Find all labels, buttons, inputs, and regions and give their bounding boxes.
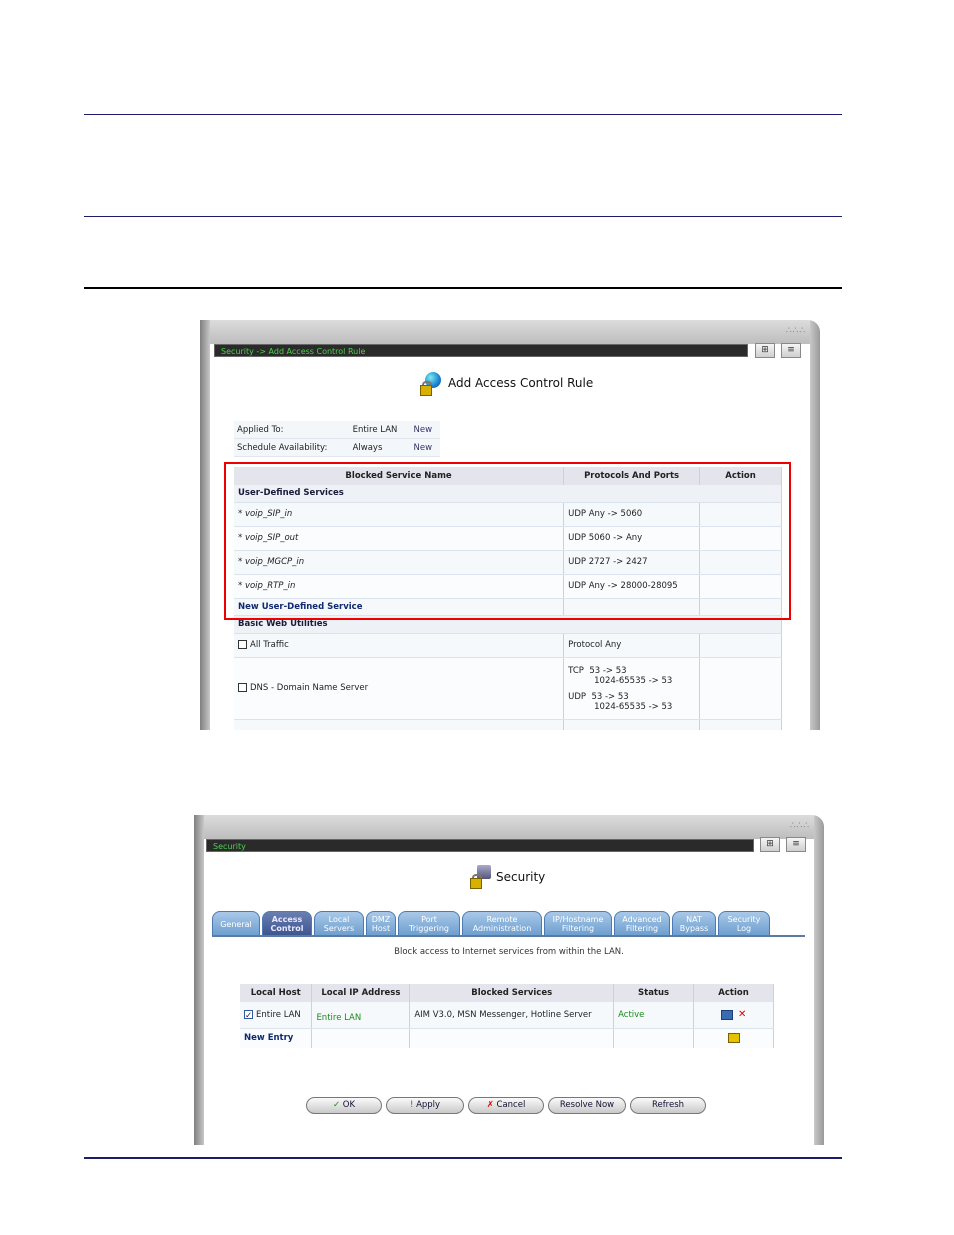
- check-icon: ✓: [332, 1100, 341, 1110]
- menu-icon[interactable]: ≡: [786, 837, 806, 852]
- col-action: Action: [693, 984, 774, 1002]
- all-traffic-protocol: Protocol Any: [563, 633, 701, 658]
- rule-settings-table: Applied To: Entire LAN New Schedule Avai…: [234, 421, 440, 457]
- tab-advanced-filtering[interactable]: Advanced Filtering: [614, 911, 670, 935]
- all-traffic-label: All Traffic: [250, 640, 289, 650]
- window-titlebar: [200, 320, 820, 344]
- col-local-ip: Local IP Address: [311, 984, 411, 1002]
- cancel-button[interactable]: ✗ Cancel: [468, 1097, 544, 1114]
- footer-rule: [84, 1157, 842, 1159]
- address-bar: Security: [206, 839, 754, 852]
- blocked-services-value: AIM V3.0, MSN Messenger, Hotline Server: [409, 1002, 615, 1029]
- col-status: Status: [613, 984, 695, 1002]
- tab-dmz-host[interactable]: DMZ Host: [366, 911, 396, 935]
- page-content: Security General Access Control Local Serv…: [204, 855, 814, 1145]
- col-local-host: Local Host: [240, 984, 313, 1002]
- schedule-label: Schedule Availability:: [234, 438, 350, 457]
- apply-icon: !: [409, 1100, 414, 1110]
- row-enabled-checkbox[interactable]: ✓: [244, 1009, 253, 1021]
- window-titlebar: [194, 815, 824, 839]
- tab-security-log[interactable]: Security Log: [718, 911, 770, 935]
- tab-local-servers[interactable]: Local Servers: [314, 911, 364, 935]
- page-title: Security: [496, 870, 546, 884]
- network-map-icon[interactable]: ⊞: [755, 343, 775, 358]
- schedule-new-link[interactable]: New: [410, 438, 440, 457]
- dns-label: DNS - Domain Name Server: [250, 683, 369, 693]
- table-row: ✓ Entire LAN Entire LAN AIM V3.0, MSN Mes…: [240, 1002, 774, 1029]
- cancel-icon: ✗: [486, 1100, 494, 1110]
- new-entry-link[interactable]: New Entry: [240, 1028, 313, 1048]
- tab-access-control[interactable]: Access Control: [262, 911, 312, 935]
- service-row: DNS - Domain Name Server TCP 53 -> 53 10…: [234, 657, 782, 720]
- network-map-icon[interactable]: ⊞: [760, 837, 780, 852]
- tab-port-triggering[interactable]: Port Triggering: [398, 911, 460, 935]
- local-ip-value[interactable]: Entire LAN: [311, 1002, 411, 1029]
- delete-icon[interactable]: ✕: [738, 1009, 746, 1020]
- header-rule-top: [84, 114, 842, 115]
- applied-to-value: Entire LAN: [349, 421, 411, 439]
- tab-remote-administration[interactable]: Remote Administration: [462, 911, 542, 935]
- dns-checkbox[interactable]: [238, 683, 247, 692]
- highlight-box: [224, 462, 791, 620]
- access-control-table: Local Host Local IP Address Blocked Serv…: [240, 984, 774, 1048]
- tab-ip-hostname-filtering[interactable]: IP/Hostname Filtering: [544, 911, 612, 935]
- tab-nat-bypass[interactable]: NAT Bypass: [672, 911, 716, 935]
- ok-button[interactable]: ✓ OK: [306, 1097, 382, 1114]
- edit-icon[interactable]: [720, 1009, 733, 1020]
- apply-button[interactable]: ! Apply: [386, 1097, 464, 1114]
- applied-to-new-link[interactable]: New: [410, 421, 440, 439]
- page-title: Add Access Control Rule: [448, 376, 594, 390]
- applied-to-row: Applied To: Entire LAN New: [234, 421, 440, 439]
- resolve-now-button[interactable]: Resolve Now: [548, 1097, 626, 1114]
- tab-general[interactable]: General: [212, 911, 260, 935]
- header-rule-middle: [84, 216, 842, 217]
- menu-icon[interactable]: ≡: [781, 343, 801, 358]
- refresh-button[interactable]: Refresh: [630, 1097, 706, 1114]
- grip-icon: ∴∴∴: [789, 821, 810, 831]
- schedule-row: Schedule Availability: Always New: [234, 438, 440, 457]
- all-traffic-checkbox[interactable]: [238, 640, 247, 649]
- header-rule-bottom: [84, 287, 842, 289]
- table-row: New Entry: [240, 1028, 774, 1048]
- security-window: ∴∴∴ Security ⊞ ≡ Security General Access…: [194, 815, 824, 1145]
- security-globe-icon: [420, 372, 442, 396]
- security-icon: [470, 865, 492, 889]
- service-row: All Traffic Protocol Any: [234, 633, 782, 658]
- block-access-message: Block access to Internet services from w…: [394, 947, 624, 957]
- grip-icon: ∴∴∴: [785, 326, 806, 336]
- address-bar: Security -> Add Access Control Rule: [214, 344, 748, 357]
- applied-to-label: Applied To:: [234, 421, 350, 439]
- local-host-value: Entire LAN: [256, 1009, 301, 1020]
- schedule-value: Always: [349, 438, 411, 457]
- add-entry-icon[interactable]: [727, 1033, 740, 1043]
- status-value: Active: [613, 1002, 695, 1029]
- col-blocked-services: Blocked Services: [409, 984, 615, 1002]
- dns-protocols: TCP 53 -> 53 1024-65535 -> 53 UDP 53 -> …: [563, 657, 701, 720]
